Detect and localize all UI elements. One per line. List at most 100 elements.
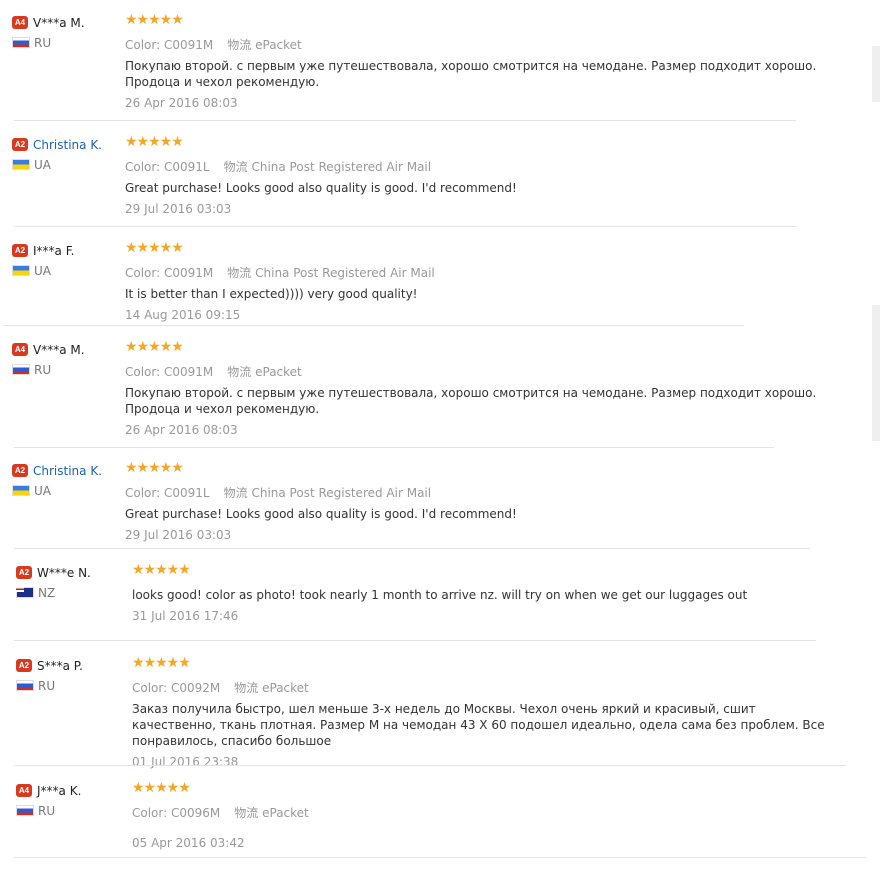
- shipping-label: 物流: [227, 365, 252, 379]
- country-code: UA: [34, 264, 51, 278]
- color-label: Color:: [125, 266, 161, 280]
- buyer-country: UA: [12, 484, 51, 498]
- buyer-info: A2 W***e N. NZ: [16, 562, 91, 600]
- review-date: 05 Apr 2016 03:42: [132, 836, 245, 850]
- buyer-name: W***e N.: [37, 565, 91, 580]
- star-rating: ★★★★★: [125, 240, 184, 256]
- color-value: C0092M: [171, 681, 221, 695]
- review-body: ★★★★★ Color: C0091L 物流 China Post Register…: [125, 134, 825, 216]
- order-info: Color: C0091M 物流 China Post Registered Ai…: [125, 264, 825, 280]
- review-divider: [14, 640, 816, 641]
- review-body: ★★★★★ Color: C0096M 物流 ePacket 05 Apr 2016 …: [132, 780, 832, 850]
- country-flag-icon: [16, 680, 34, 691]
- shipping-label: 物流: [234, 806, 259, 820]
- review-date: 29 Jul 2016 03:03: [125, 528, 232, 542]
- country-flag-icon: [12, 37, 30, 48]
- review-date: 14 Aug 2016 09:15: [125, 308, 241, 322]
- review-text: looks good! color as photo! took nearly …: [132, 588, 748, 602]
- buyer-info: A4 V***a M. RU: [12, 339, 85, 377]
- country-code: NZ: [38, 586, 56, 600]
- review-text: Great purchase! Looks good also quality …: [125, 507, 517, 521]
- country-code: UA: [34, 484, 51, 498]
- color-value: C0096M: [171, 806, 221, 820]
- color-value: C0091M: [164, 365, 214, 379]
- buyer-name: J***a K.: [37, 783, 82, 798]
- buyer-country: UA: [12, 158, 51, 172]
- shipping-label: 物流: [223, 486, 248, 500]
- star-rating: ★★★★★: [132, 562, 191, 578]
- review-divider: [14, 857, 866, 858]
- buyer-name[interactable]: Christina K.: [33, 464, 102, 478]
- review-text: Покупаю второй. с первым уже путешествов…: [125, 386, 817, 416]
- country-code: UA: [34, 158, 51, 172]
- review-date: 01 Jul 2016 23:38: [132, 755, 239, 769]
- country-flag-icon: [12, 485, 30, 496]
- star-rating: ★★★★★: [125, 134, 184, 150]
- review-date: 29 Jul 2016 03:03: [125, 202, 232, 216]
- country-code: RU: [34, 36, 52, 50]
- country-flag-icon: [12, 159, 30, 170]
- buyer-name: I***a F.: [33, 243, 75, 258]
- star-rating: ★★★★★: [125, 12, 184, 28]
- shipping-method: ePacket: [262, 806, 309, 820]
- review-divider: [14, 765, 846, 766]
- buyer-info: A2 Christina K. UA: [12, 134, 102, 172]
- buyer-level-badge: A2: [12, 464, 28, 477]
- buyer-country: NZ: [16, 586, 55, 600]
- review-body: ★★★★★ Color: C0092M 物流 ePacket Заказ получи…: [132, 655, 832, 769]
- shipping-label: 物流: [227, 38, 252, 52]
- star-rating: ★★★★★: [125, 460, 184, 476]
- review-divider: [4, 325, 744, 326]
- shipping-method: China Post Registered Air Mail: [251, 486, 432, 500]
- country-flag-icon: [12, 364, 30, 375]
- buyer-name[interactable]: Christina K.: [33, 138, 102, 152]
- buyer-level-badge: A4: [12, 16, 28, 29]
- buyer-level-badge: A2: [16, 566, 32, 579]
- buyer-level-badge: A2: [12, 244, 28, 257]
- scrollbar-fragment[interactable]: [872, 305, 880, 441]
- buyer-country: UA: [12, 264, 51, 278]
- review-date: 26 Apr 2016 08:03: [125, 423, 238, 437]
- buyer-info: A2 Christina K. UA: [12, 460, 102, 498]
- color-label: Color:: [125, 365, 161, 379]
- buyer-level-badge: A2: [16, 659, 32, 672]
- review-date: 31 Jul 2016 17:46: [132, 609, 239, 623]
- buyer-level-badge: A4: [12, 343, 28, 356]
- buyer-info: A4 V***a M. RU: [12, 12, 85, 50]
- order-info: Color: C0096M 物流 ePacket: [132, 804, 832, 820]
- buyer-country: RU: [16, 804, 55, 818]
- buyer-name: S***a P.: [37, 658, 83, 673]
- buyer-info: A4 J***a K. RU: [16, 780, 82, 818]
- review-date: 26 Apr 2016 08:03: [125, 96, 238, 110]
- review-text: Заказ получила быстро, шел меньше 3-х не…: [132, 702, 825, 748]
- review-body: ★★★★★ Color: C0091M 物流 ePacket Покупаю втор…: [125, 12, 825, 110]
- shipping-method: China Post Registered Air Mail: [255, 266, 435, 280]
- review-text: It is better than I expected)))) very go…: [125, 287, 418, 301]
- buyer-level-badge: A4: [16, 784, 32, 797]
- review-body: ★★★★★ looks good! color as photo! took ne…: [132, 562, 832, 623]
- country-flag-icon: [16, 805, 34, 816]
- shipping-method: ePacket: [255, 38, 302, 52]
- country-code: RU: [38, 804, 56, 818]
- buyer-country: RU: [12, 36, 51, 50]
- country-flag-icon: [16, 587, 34, 598]
- review-body: ★★★★★ Color: C0091L 物流 China Post Register…: [125, 460, 825, 542]
- star-rating: ★★★★★: [132, 655, 191, 671]
- buyer-name: V***a M.: [33, 342, 85, 357]
- order-info: Color: C0091M 物流 ePacket: [125, 363, 825, 379]
- order-info: Color: C0091M 物流 ePacket: [125, 36, 825, 52]
- review-text: Покупаю второй. с первым уже путешествов…: [125, 59, 817, 89]
- country-code: RU: [38, 679, 56, 693]
- buyer-info: A2 I***a F. UA: [12, 240, 75, 278]
- color-value: C0091M: [164, 266, 214, 280]
- review-divider: [14, 120, 796, 121]
- country-flag-icon: [12, 265, 30, 276]
- shipping-method: China Post Registered Air Mail: [251, 160, 432, 174]
- review-body: ★★★★★ Color: C0091M 物流 ePacket Покупаю втор…: [125, 339, 825, 437]
- color-label: Color:: [132, 806, 168, 820]
- buyer-name: V***a M.: [33, 15, 85, 30]
- color-label: Color:: [125, 38, 161, 52]
- buyer-country: RU: [12, 363, 51, 377]
- shipping-method: ePacket: [262, 681, 309, 695]
- scrollbar-fragment[interactable]: [872, 46, 880, 102]
